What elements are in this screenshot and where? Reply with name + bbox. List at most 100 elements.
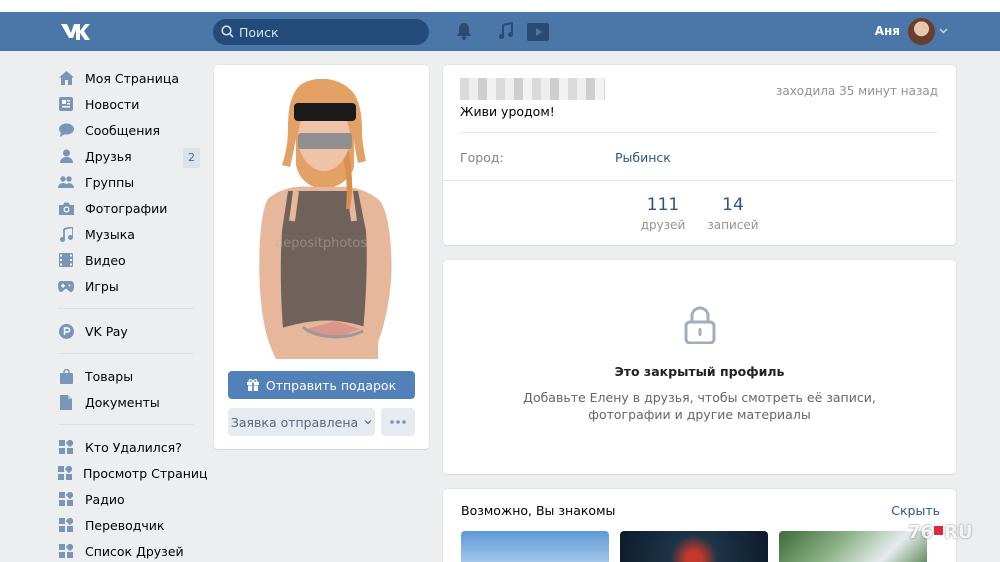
sidebar-item-label: Список Друзей [85,543,184,559]
friend-request-sent-button[interactable]: Заявка отправлена [228,408,375,436]
play-icon[interactable] [527,23,549,41]
gamepad-icon [58,280,74,292]
info-divider [460,132,938,133]
sidebar-item-friends[interactable]: Друзья 2 [58,143,200,169]
app-icon [59,492,73,506]
suggestions-card: Возможно, Вы знакомы Скрыть [443,489,956,562]
search-icon [221,25,234,38]
sidebar-item-groups[interactable]: Группы [58,169,200,195]
video-icon [59,253,73,267]
profile-photo-card: depositphotos Отправить подарок Заявка о… [214,65,429,449]
friends-icon [59,149,73,163]
friend-request-label: Заявка отправлена [230,414,359,430]
posts-count-label: записей [707,218,759,232]
counters-divider [443,180,956,181]
sidebar-item-video[interactable]: Видео [58,247,200,273]
sidebar-item-label: Видео [85,252,126,268]
sidebar-item-label: Кто Удалился? [85,439,182,455]
watermark-dot [934,525,944,535]
sidebar-item-label: Документы [85,394,160,410]
app-icon [59,440,73,454]
private-profile-card: Это закрытый профиль Добавьте Елену в др… [443,260,956,474]
bell-icon[interactable] [456,22,472,40]
private-profile-description: Добавьте Елену в друзья, чтобы смотреть … [443,389,956,423]
home-icon [58,71,74,85]
search-input[interactable] [239,19,419,45]
groups-icon [58,176,74,188]
city-link[interactable]: Рыбинск [615,150,671,165]
gift-icon [246,379,259,391]
chevron-down-icon[interactable] [939,26,948,35]
city-label: Город: [460,150,504,165]
suggestion-photo[interactable] [620,531,768,562]
window-top-strip [0,0,1000,12]
suggestion-photo[interactable] [461,531,609,562]
watermark-number: 76 [908,522,934,543]
sidebar-item-label: Радио [85,491,125,507]
music-icon [59,226,73,242]
chevron-down-icon [364,420,372,425]
watermark-suffix: RU [944,522,973,543]
header-avatar[interactable] [908,18,935,45]
profile-photo[interactable]: depositphotos [228,79,415,359]
sidebar-item-who-deleted[interactable]: Кто Удалился? [58,434,200,460]
music-note-icon[interactable] [498,22,514,40]
friends-count-badge: 2 [183,148,200,168]
lock-icon [684,306,716,344]
sidebar-item-label: Друзья [85,148,132,164]
sidebar-item-label: VK Pay [85,323,128,339]
private-profile-title: Это закрытый профиль [614,364,785,379]
search-box[interactable] [213,19,429,45]
app-icon [59,518,73,532]
friends-count-label: друзей [640,218,686,232]
suggestion-photo[interactable] [779,531,927,562]
sidebar-item-label: Новости [85,96,140,112]
sidebar-item-page-views[interactable]: Просмотр Страниц [58,460,208,486]
sidebar-item-photos[interactable]: Фотографии [58,195,200,221]
send-gift-label: Отправить подарок [265,377,397,393]
svg-text:depositphotos: depositphotos [275,236,367,251]
sidebar-item-messages[interactable]: Сообщения [58,117,200,143]
sidebar-item-games[interactable]: Игры [58,273,200,299]
posts-count: 14 [722,195,744,215]
send-gift-button[interactable]: Отправить подарок [228,371,415,399]
header-bar: Аня [0,12,1000,51]
last-seen-text: заходила 35 минут назад [775,84,938,98]
header-user-name[interactable]: Аня [862,24,900,38]
sidebar-nav: Моя Страница Новости Сообщения Друзья 2 … [58,65,208,562]
sidebar-item-music[interactable]: Музыка [58,221,200,247]
profile-info-card: заходила 35 минут назад Живи уродом! Гор… [443,65,956,245]
news-icon [59,97,73,111]
sidebar-item-friends-list[interactable]: Список Друзей [58,538,200,562]
posts-counter[interactable]: 14 записей [707,195,759,232]
more-actions-button[interactable] [381,408,415,436]
sidebar-item-label: Сообщения [85,122,161,138]
camera-icon [58,202,74,215]
sidebar-item-news[interactable]: Новости [58,91,200,117]
app-icon [58,466,72,480]
bag-icon [59,368,73,384]
sidebar-divider [58,353,194,354]
suggestions-title: Возможно, Вы знакомы [461,503,616,518]
private-description-line: фотографии и другие материалы [588,407,811,422]
sidebar-item-label: Группы [85,174,135,190]
sidebar-divider [58,424,194,425]
profile-status: Живи уродом! [460,104,555,119]
vk-logo-icon[interactable] [60,22,92,42]
friends-counter[interactable]: 111 друзей [640,195,686,232]
vkpay-icon [58,323,74,339]
sidebar-item-translator[interactable]: Переводчик [58,512,200,538]
sidebar-item-goods[interactable]: Товары [58,363,200,389]
hide-suggestions-link[interactable]: Скрыть [891,503,940,518]
sidebar-item-vkpay[interactable]: VK Pay [58,318,200,344]
sidebar-item-label: Фотографии [85,200,168,216]
sidebar-item-label: Просмотр Страниц [83,465,208,481]
private-description-line: Добавьте Елену в друзья, чтобы смотреть … [523,390,876,405]
messages-icon [58,123,74,137]
sidebar-item-my-page[interactable]: Моя Страница [58,65,200,91]
more-dots-icon [390,420,406,424]
document-icon [60,394,72,410]
sidebar-item-label: Игры [85,278,119,294]
sidebar-item-radio[interactable]: Радио [58,486,200,512]
sidebar-item-documents[interactable]: Документы [58,389,200,415]
